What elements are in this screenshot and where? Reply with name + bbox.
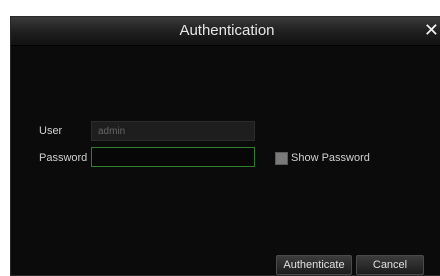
show-password-label: Show Password bbox=[291, 152, 370, 164]
password-label: Password bbox=[39, 152, 88, 164]
user-label: User bbox=[39, 125, 63, 137]
show-password-checkbox[interactable] bbox=[275, 152, 288, 165]
password-field[interactable] bbox=[91, 147, 255, 167]
close-icon[interactable]: ✕ bbox=[424, 19, 439, 41]
dialog-titlebar: Authentication ✕ bbox=[11, 17, 440, 46]
cancel-button[interactable]: Cancel bbox=[356, 255, 424, 275]
user-field[interactable] bbox=[91, 121, 255, 141]
authenticate-button[interactable]: Authenticate bbox=[276, 255, 352, 275]
dialog-title: Authentication bbox=[179, 22, 275, 39]
authentication-dialog: Authentication ✕ User Password Show Pass… bbox=[10, 16, 440, 276]
